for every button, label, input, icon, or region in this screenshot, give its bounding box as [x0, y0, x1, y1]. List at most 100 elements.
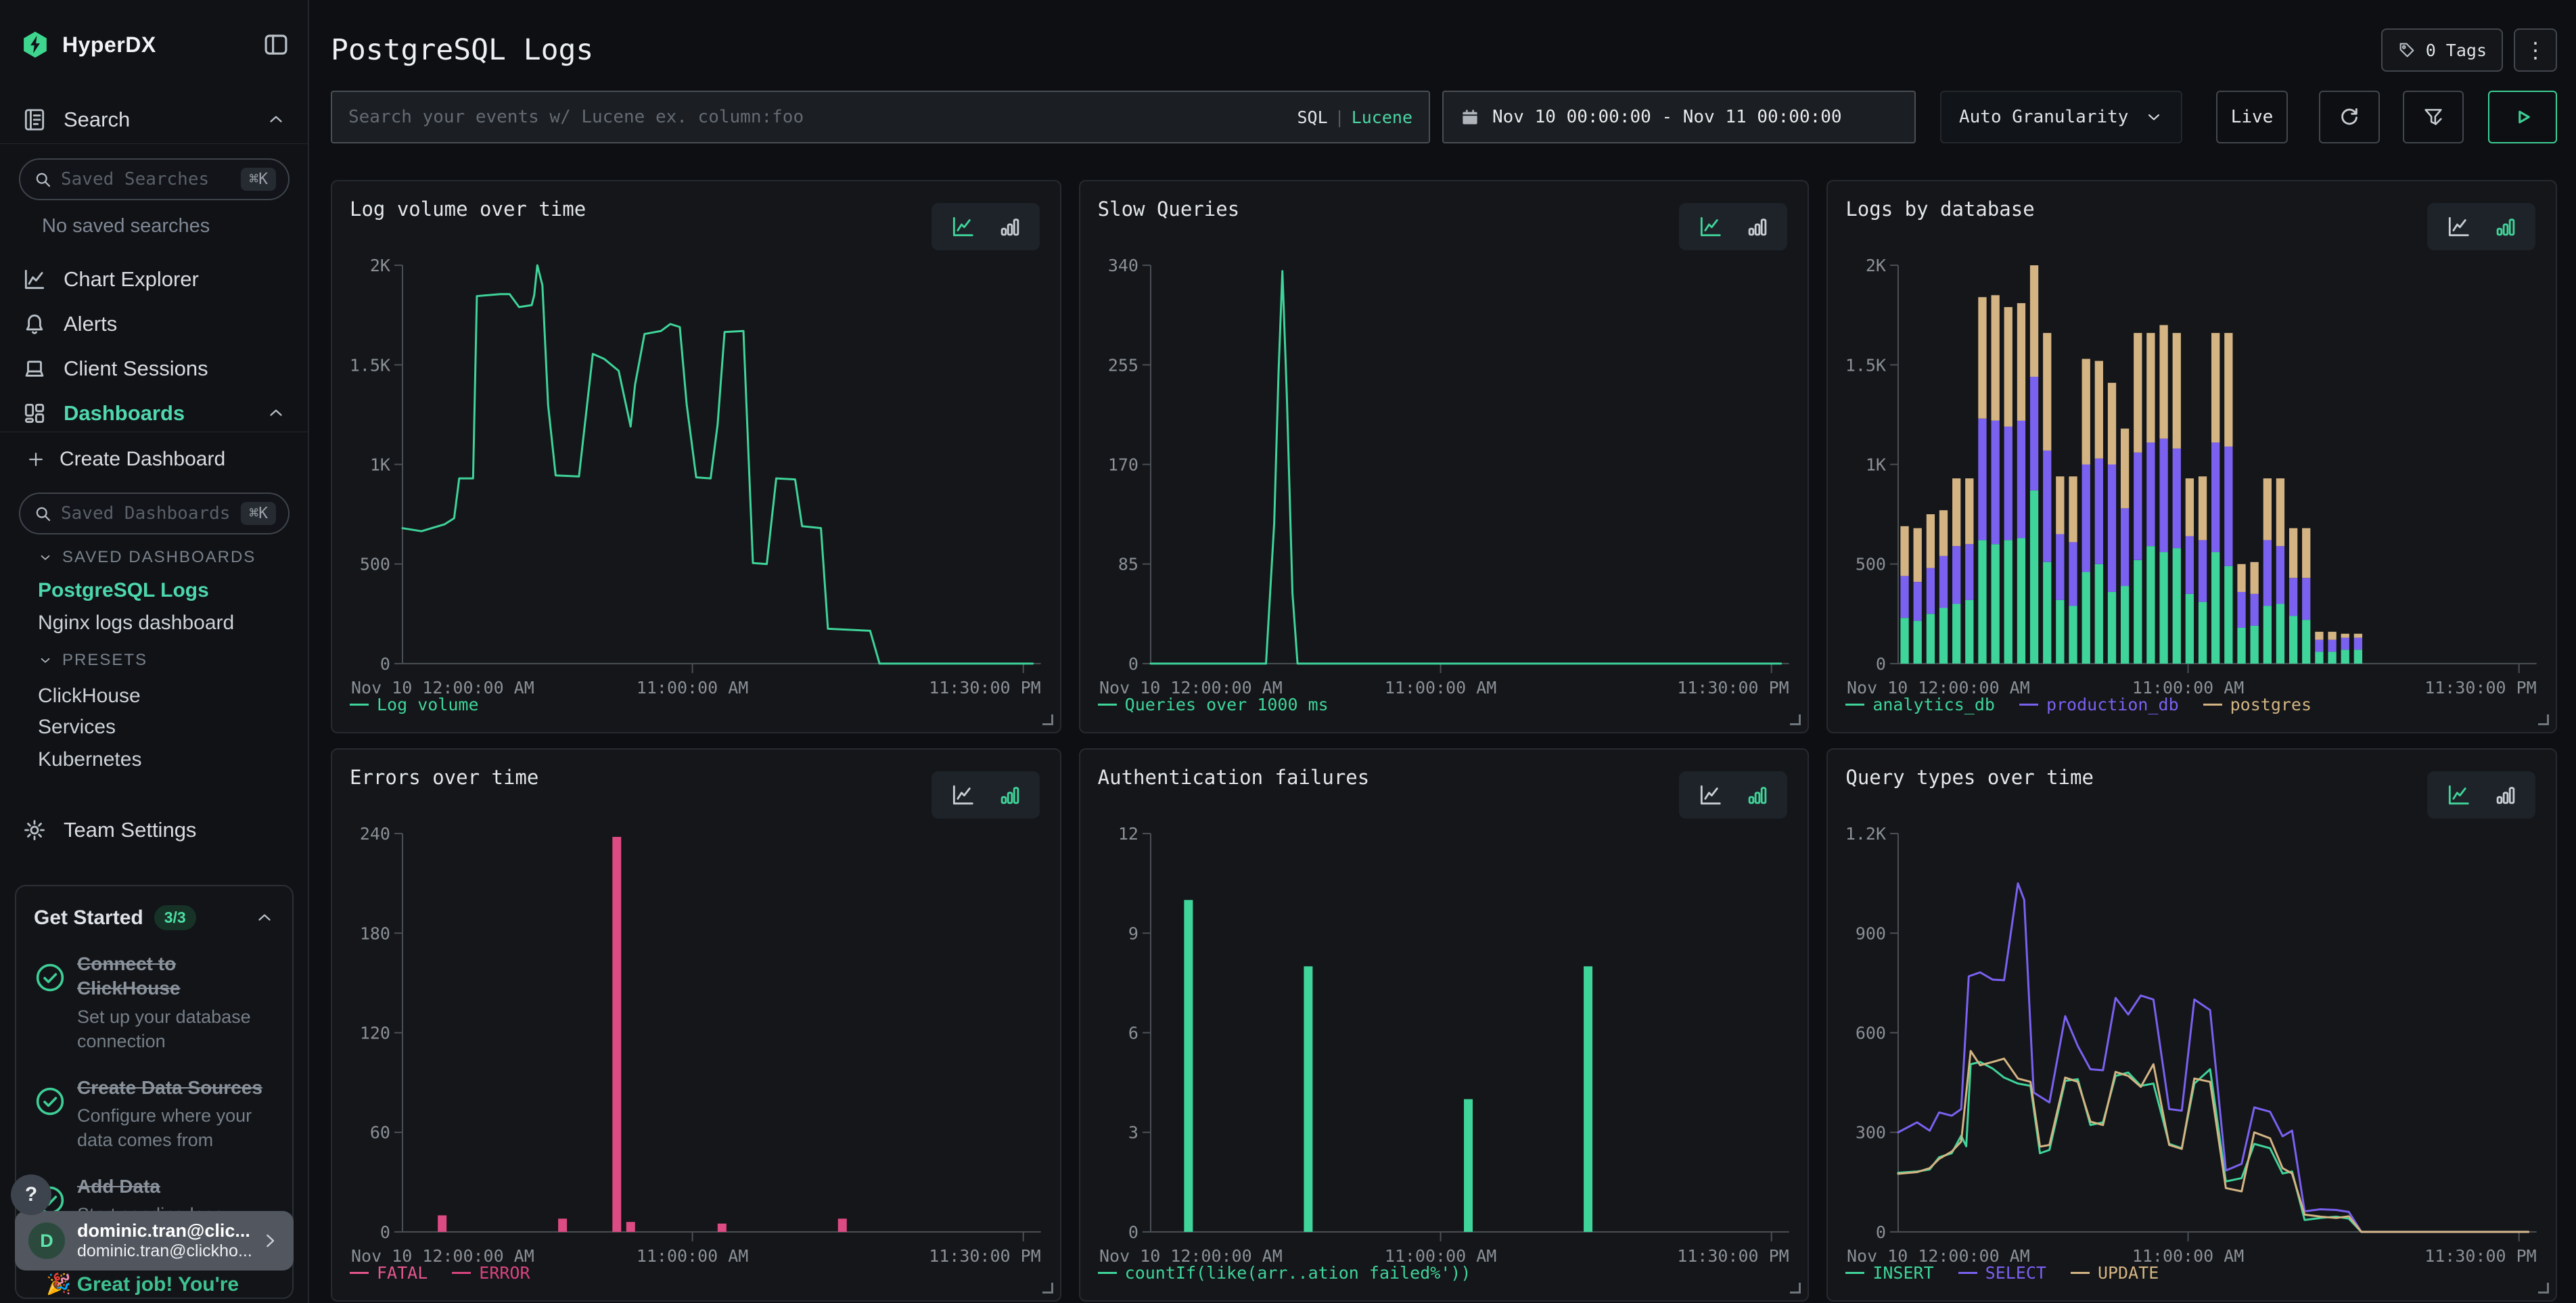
- legend-item[interactable]: INSERT: [1845, 1263, 1933, 1283]
- legend-item[interactable]: postgres: [2203, 695, 2312, 714]
- legend-item[interactable]: SELECT: [1958, 1263, 2046, 1283]
- bell-icon: [22, 311, 47, 337]
- saved-dashboards-field[interactable]: [61, 503, 241, 524]
- sidebar-item-label: Search: [64, 108, 130, 132]
- kebab-menu-button[interactable]: ⋮: [2514, 28, 2557, 72]
- legend-label: SELECT: [1985, 1263, 2046, 1283]
- panel-resize-handle[interactable]: [1790, 714, 1801, 725]
- chevron-up-icon[interactable]: [266, 110, 286, 130]
- saved-dashboards-input[interactable]: ⌘K: [19, 493, 290, 534]
- chart-legend: Queries over 1000 ms: [1098, 695, 1329, 714]
- svg-text:60: 60: [370, 1123, 390, 1143]
- tags-label: 0 Tags: [2426, 41, 2487, 60]
- saved-searches-input[interactable]: ⌘K: [19, 158, 290, 200]
- section-header-label: PRESETS: [62, 651, 147, 670]
- get-started-item-title: Add Data: [77, 1174, 267, 1199]
- get-started-item[interactable]: Connect to ClickHouse Set up your databa…: [34, 952, 275, 1054]
- svg-text:600: 600: [1856, 1024, 1886, 1043]
- event-search-input[interactable]: SQL|Lucene: [331, 91, 1430, 143]
- chart-plot: 05001K1.5K2KNov 10 12:00:00 AM11:00:00 A…: [350, 254, 1042, 701]
- chart-legend: FATAL ERROR: [350, 1263, 530, 1283]
- bar-chart-icon[interactable]: [996, 782, 1024, 808]
- legend-swatch: [2071, 1272, 2090, 1274]
- panel-resize-handle[interactable]: [2538, 714, 2549, 725]
- chart-legend: Log volume: [350, 695, 479, 714]
- get-started-item[interactable]: Create Data Sources Configure where your…: [34, 1076, 275, 1153]
- saved-dashboards-section-header[interactable]: SAVED DASHBOARDS: [38, 548, 256, 567]
- granularity-select[interactable]: Auto Granularity: [1940, 91, 2182, 143]
- get-started-title: Get Started: [34, 907, 143, 930]
- get-started-progress-badge: 3/3: [154, 905, 196, 930]
- dashboards-icon: [22, 401, 47, 426]
- legend-swatch: [350, 1272, 369, 1274]
- panel-resize-handle[interactable]: [1042, 1283, 1053, 1294]
- refresh-button[interactable]: [2319, 91, 2380, 143]
- line-chart-icon[interactable]: [2443, 782, 2473, 808]
- run-query-button[interactable]: [2488, 91, 2557, 143]
- date-range-picker[interactable]: Nov 10 00:00:00 - Nov 11 00:00:00: [1442, 91, 1916, 143]
- tags-button[interactable]: 0 Tags: [2381, 28, 2503, 72]
- sidebar-item-dashboards[interactable]: Dashboards: [0, 394, 308, 433]
- sidebar-dashboard-postgresql-logs[interactable]: PostgreSQL Logs: [38, 579, 209, 602]
- legend-item[interactable]: FATAL: [350, 1263, 428, 1283]
- sidebar-collapse-icon[interactable]: [262, 30, 290, 59]
- line-chart-icon[interactable]: [2443, 214, 2473, 239]
- line-chart-icon[interactable]: [1695, 782, 1725, 808]
- panel-resize-handle[interactable]: [2538, 1283, 2549, 1294]
- sidebar-preset-clickhouse[interactable]: ClickHouse: [38, 685, 141, 708]
- sidebar-dashboard-nginx-logs[interactable]: Nginx logs dashboard: [38, 612, 234, 635]
- user-menu[interactable]: D dominic.tran@clic... dominic.tran@clic…: [15, 1211, 294, 1271]
- svg-text:11:30:00 PM: 11:30:00 PM: [2425, 678, 2537, 698]
- sidebar-preset-services[interactable]: Services: [38, 716, 116, 739]
- sidebar-preset-kubernetes[interactable]: Kubernetes: [38, 748, 141, 771]
- chevron-up-icon[interactable]: [266, 403, 286, 424]
- panel-resize-handle[interactable]: [1042, 714, 1053, 725]
- bar-chart-icon[interactable]: [1744, 214, 1771, 239]
- sidebar-item-team-settings[interactable]: Team Settings: [0, 810, 308, 850]
- filter-button[interactable]: [2403, 91, 2464, 143]
- sidebar-item-search[interactable]: Search: [0, 100, 308, 139]
- bar-chart-icon[interactable]: [996, 214, 1024, 239]
- panel-resize-handle[interactable]: [1790, 1283, 1801, 1294]
- svg-text:170: 170: [1107, 455, 1138, 475]
- bar-chart-icon[interactable]: [2492, 214, 2519, 239]
- event-search-field[interactable]: [348, 107, 1297, 127]
- legend-item[interactable]: ERROR: [452, 1263, 530, 1283]
- sidebar-item-chart-explorer[interactable]: Chart Explorer: [0, 260, 308, 299]
- bar-chart-icon[interactable]: [2492, 782, 2519, 808]
- sql-mode-toggle[interactable]: SQL: [1297, 108, 1327, 127]
- svg-text:500: 500: [360, 555, 390, 574]
- sidebar-item-label: Dashboards: [64, 401, 185, 426]
- line-chart-icon[interactable]: [948, 214, 978, 239]
- legend-item[interactable]: analytics_db: [1845, 695, 1995, 714]
- saved-searches-field[interactable]: [61, 169, 241, 189]
- legend-swatch: [1098, 1272, 1117, 1274]
- bar-chart-icon[interactable]: [1744, 782, 1771, 808]
- chart-type-toggle: [2427, 771, 2535, 819]
- help-button[interactable]: ?: [11, 1174, 51, 1215]
- svg-text:340: 340: [1107, 256, 1138, 275]
- legend-item[interactable]: Log volume: [350, 695, 479, 714]
- lucene-mode-toggle[interactable]: Lucene: [1352, 108, 1412, 127]
- create-dashboard-label: Create Dashboard: [60, 448, 225, 471]
- legend-item[interactable]: production_db: [2019, 695, 2179, 714]
- search-logs-icon: [22, 107, 47, 133]
- legend-label: ERROR: [479, 1263, 530, 1283]
- chevron-up-icon[interactable]: [254, 908, 275, 928]
- live-button[interactable]: Live: [2216, 91, 2288, 143]
- legend-label: analytics_db: [1872, 695, 1995, 714]
- line-chart-icon[interactable]: [948, 782, 978, 808]
- check-circle-icon: [34, 952, 77, 1054]
- chart-type-toggle: [1679, 203, 1787, 250]
- presets-section-header[interactable]: PRESETS: [38, 651, 147, 670]
- sidebar-item-client-sessions[interactable]: Client Sessions: [0, 349, 308, 388]
- sidebar-item-alerts[interactable]: Alerts: [0, 304, 308, 344]
- chart-type-toggle: [932, 203, 1040, 250]
- svg-text:11:30:00 PM: 11:30:00 PM: [1677, 678, 1789, 698]
- create-dashboard-button[interactable]: Create Dashboard: [26, 448, 225, 471]
- legend-item[interactable]: Queries over 1000 ms: [1098, 695, 1329, 714]
- legend-item[interactable]: countIf(like(arr..ation failed%')): [1098, 1263, 1471, 1283]
- line-chart-icon[interactable]: [1695, 214, 1725, 239]
- legend-item[interactable]: UPDATE: [2071, 1263, 2159, 1283]
- svg-text:85: 85: [1118, 555, 1138, 574]
